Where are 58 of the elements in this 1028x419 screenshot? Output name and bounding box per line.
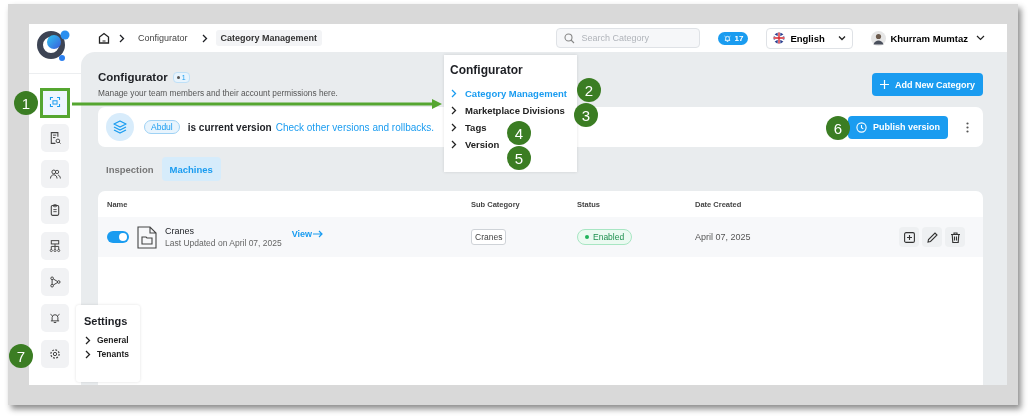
edit-button[interactable] — [922, 227, 942, 247]
sidebar-button[interactable] — [41, 232, 69, 260]
page-subtitle: Manage your team members and their account permissions here. — [98, 88, 338, 98]
document-search-icon — [48, 131, 62, 145]
arrow-right-icon — [313, 230, 324, 238]
toggle-switch[interactable] — [107, 231, 129, 243]
trash-icon — [949, 231, 961, 243]
last-updated: Last Updated on April 07, 2025 — [165, 238, 282, 248]
page-title: Configurator — [98, 71, 168, 83]
chevron-icon — [118, 33, 125, 43]
chevron-down-icon — [976, 35, 985, 41]
nodes-icon — [48, 275, 62, 289]
category-icon — [48, 95, 62, 109]
search-field[interactable]: Search Category — [555, 28, 700, 48]
status-badge: Enabled — [577, 229, 633, 245]
clipboard-icon — [48, 203, 62, 217]
language-dropdown[interactable]: English — [766, 27, 854, 49]
sidebar-button[interactable] — [41, 268, 69, 296]
delete-button[interactable] — [945, 227, 965, 247]
folder-file-icon — [137, 225, 157, 249]
pencil-icon — [926, 231, 938, 243]
breadcrumb-link[interactable]: Configurator — [133, 30, 193, 46]
plus-icon — [880, 80, 889, 89]
flag-icon — [773, 32, 786, 44]
clock-icon — [855, 121, 867, 133]
breadcrumb-link[interactable]: Category Management — [215, 30, 323, 46]
settings-icon — [48, 347, 62, 361]
tab[interactable]: Inspection — [98, 157, 162, 181]
user-menu[interactable]: Khurram Mumtaz — [871, 30, 985, 46]
sidebar-button[interactable] — [41, 124, 69, 152]
chevron-down-icon — [838, 35, 847, 41]
version-tag: Abdul — [144, 120, 180, 134]
version-status: is current version — [187, 121, 272, 133]
menu-item[interactable]: Marketplace Divisions — [450, 105, 571, 116]
add-button[interactable] — [899, 227, 919, 247]
sidebar-button[interactable] — [41, 160, 69, 188]
search-icon — [563, 33, 575, 44]
menu-title: Settings — [84, 315, 129, 327]
highlight-frame — [40, 88, 70, 118]
home-icon[interactable] — [98, 32, 110, 44]
item-name: Cranes — [165, 226, 195, 236]
sub-category-tag: Cranes — [471, 229, 507, 245]
users-icon — [48, 167, 62, 181]
chevron-icon — [200, 33, 208, 43]
more-icon[interactable] — [966, 121, 969, 133]
menu-title: Configurator — [450, 63, 524, 77]
menu-item[interactable]: General — [84, 335, 132, 345]
plus-square-icon — [903, 231, 915, 243]
avatar-icon — [871, 30, 887, 46]
bell-icon — [722, 33, 732, 43]
hierarchy-icon — [48, 239, 62, 253]
sidebar-button[interactable] — [41, 340, 69, 368]
alarm-icon — [48, 311, 62, 325]
sidebar-button[interactable] — [41, 196, 69, 224]
menu-item[interactable]: Tenants — [84, 349, 132, 359]
sidebar-button[interactable] — [41, 304, 69, 332]
date-created: April 07, 2025 — [695, 232, 752, 242]
layers-icon — [106, 113, 134, 141]
